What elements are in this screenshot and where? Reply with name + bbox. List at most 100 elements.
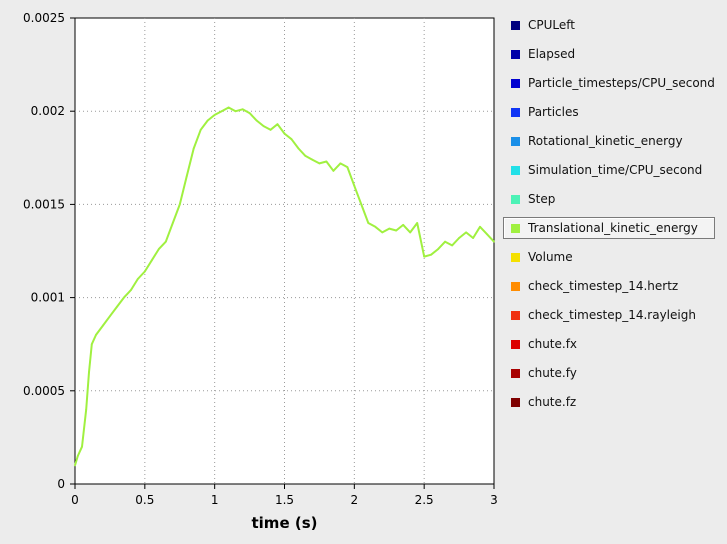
data-point — [472, 237, 474, 239]
legend-swatch — [511, 107, 520, 117]
legend-label: chute.fy — [528, 366, 577, 380]
legend-item[interactable]: Particle_timesteps/CPU_second — [503, 72, 715, 94]
data-point — [395, 229, 398, 232]
legend-item[interactable]: Volume — [503, 246, 715, 268]
legend-item[interactable]: check_timestep_14.hertz — [503, 275, 715, 297]
legend-swatch — [511, 165, 520, 175]
data-point — [353, 184, 356, 187]
data-point — [339, 162, 342, 165]
x-tick-label: 0 — [71, 493, 79, 507]
data-point — [255, 119, 258, 122]
data-point — [234, 110, 237, 113]
data-point — [318, 162, 321, 165]
data-point — [241, 108, 244, 111]
legend-item[interactable]: chute.fy — [503, 362, 715, 384]
y-tick-label: 0.0015 — [23, 197, 65, 211]
data-point — [109, 315, 111, 318]
x-tick-label: 2.5 — [415, 493, 434, 507]
legend-swatch — [511, 194, 520, 204]
data-point — [479, 225, 481, 228]
data-point — [283, 132, 286, 135]
legend-swatch — [511, 397, 520, 407]
legend-label: Elapsed — [528, 47, 576, 61]
data-point — [88, 371, 90, 374]
legend-label: Particles — [528, 105, 579, 119]
data-point — [486, 233, 488, 236]
data-point — [74, 464, 76, 467]
data-point — [213, 114, 216, 116]
data-point — [102, 324, 104, 327]
data-point — [360, 203, 363, 206]
legend-swatch — [511, 252, 520, 262]
data-point — [409, 231, 412, 234]
data-point — [388, 227, 391, 230]
legend-label: check_timestep_14.rayleigh — [528, 308, 696, 322]
data-point — [374, 225, 377, 228]
data-point — [199, 128, 202, 131]
data-point — [227, 106, 230, 109]
legend-label: Translational_kinetic_energy — [528, 221, 698, 235]
legend-item[interactable]: Rotational_kinetic_energy — [503, 130, 715, 152]
legend-swatch — [511, 78, 520, 88]
data-point — [192, 147, 195, 150]
legend-swatch — [511, 223, 520, 233]
data-point — [297, 147, 300, 150]
data-point — [116, 306, 118, 308]
legend-label: Step — [528, 192, 556, 206]
legend-swatch — [511, 281, 520, 291]
data-point — [206, 119, 209, 122]
x-tick-label: 0.5 — [135, 493, 154, 507]
x-tick-label: 2 — [351, 493, 359, 507]
legend-item[interactable]: Elapsed — [503, 43, 715, 65]
data-point — [95, 333, 97, 336]
data-point — [458, 237, 460, 239]
legend-label: Particle_timesteps/CPU_second — [528, 76, 715, 90]
data-point — [157, 248, 160, 251]
legend: CPULeft Elapsed Particle_timesteps/CPU_sec… — [503, 14, 715, 420]
data-point — [367, 222, 370, 224]
data-point — [402, 224, 405, 226]
legend-item[interactable]: Translational_kinetic_energy — [503, 217, 715, 239]
legend-label: check_timestep_14.hertz — [528, 279, 679, 293]
legend-item[interactable]: chute.fx — [503, 333, 715, 355]
data-point — [437, 248, 440, 251]
data-point — [143, 270, 146, 273]
data-point — [220, 110, 223, 113]
x-tick-label: 1.5 — [275, 493, 294, 507]
legend-swatch — [511, 310, 520, 320]
data-point — [381, 231, 384, 234]
data-point — [150, 259, 153, 262]
x-tick-label: 1 — [211, 493, 219, 507]
data-point — [304, 155, 307, 157]
data-point — [451, 244, 453, 247]
data-point — [129, 289, 132, 292]
legend-swatch — [511, 339, 520, 349]
data-point — [76, 455, 79, 457]
data-point — [178, 203, 181, 206]
data-point — [416, 222, 419, 224]
data-point — [164, 240, 167, 243]
data-point — [122, 296, 125, 299]
legend-item[interactable]: chute.fz — [503, 391, 715, 413]
data-point — [493, 240, 495, 243]
data-point — [444, 240, 447, 243]
legend-item[interactable]: Step — [503, 188, 715, 210]
y-tick-label: 0 — [57, 477, 65, 491]
data-point — [81, 445, 83, 448]
legend-label: chute.fx — [528, 337, 578, 351]
data-point — [85, 408, 88, 411]
x-tick-label: 3 — [490, 493, 498, 507]
legend-swatch — [511, 368, 520, 378]
legend-swatch — [511, 136, 520, 146]
legend-label: chute.fz — [528, 395, 577, 409]
legend-label: Rotational_kinetic_energy — [528, 134, 683, 148]
data-point — [90, 343, 93, 346]
y-tick-label: 0.001 — [31, 291, 65, 305]
data-point — [332, 169, 335, 172]
legend-item[interactable]: Simulation_time/CPU_second — [503, 159, 715, 181]
legend-item[interactable]: check_timestep_14.rayleigh — [503, 304, 715, 326]
legend-item[interactable]: CPULeft — [503, 14, 715, 36]
legend-item[interactable]: Particles — [503, 101, 715, 123]
y-tick-label: 0.0025 — [23, 11, 65, 25]
data-point — [290, 138, 293, 141]
